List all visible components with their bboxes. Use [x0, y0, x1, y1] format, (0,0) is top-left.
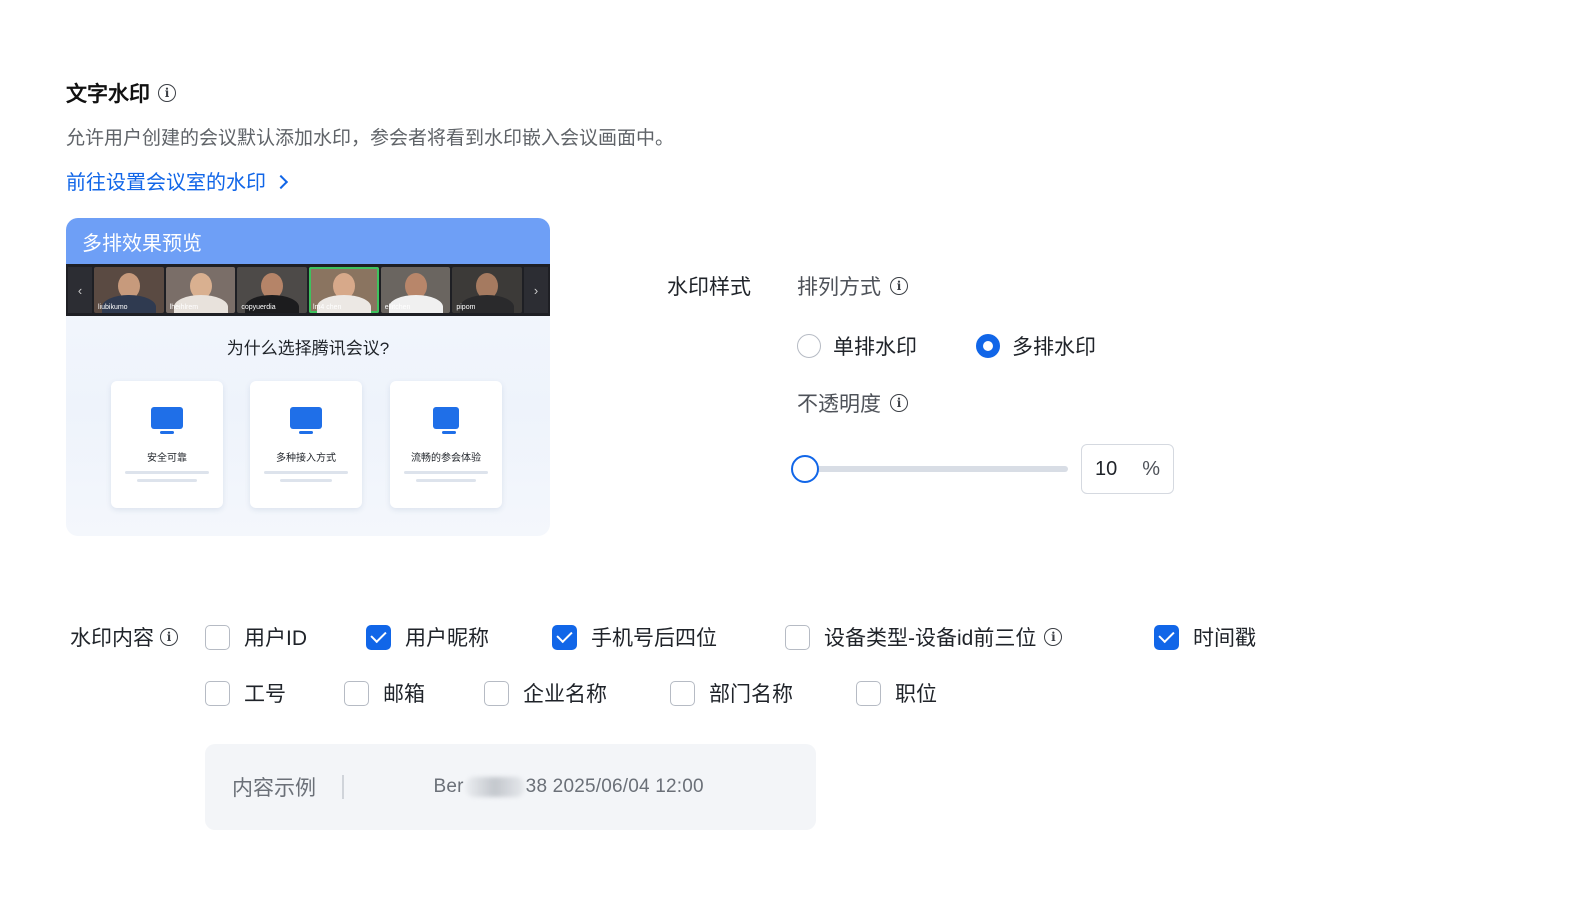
radio-multi-row[interactable]: 多排水印 — [976, 331, 1096, 361]
feature-text-line — [416, 479, 476, 482]
content-example-box: 内容示例 Ber 38 2025/06/04 12:00 — [205, 744, 816, 830]
feature-text-line — [404, 471, 488, 474]
opacity-value[interactable]: 10 — [1095, 458, 1117, 481]
radio-button[interactable] — [976, 334, 1000, 358]
feature-text-line — [280, 479, 332, 482]
checkbox-email[interactable]: 邮箱 — [344, 678, 425, 708]
example-value: Ber 38 2025/06/04 12:00 — [434, 776, 704, 798]
checkbox-department-name[interactable]: 部门名称 — [670, 678, 793, 708]
section-title: 文字水印 i — [66, 78, 176, 108]
feature-text-line — [137, 479, 197, 482]
feature-text-line — [125, 471, 209, 474]
participant-tile: lheihlrem — [165, 267, 236, 313]
feature-card: 流畅的参会体验 — [390, 381, 502, 508]
checkbox-label[interactable]: 企业名称 — [523, 678, 607, 708]
participant-name: copyuerdia — [241, 304, 276, 311]
checkbox-label[interactable]: 职位 — [895, 678, 937, 708]
checkbox[interactable] — [670, 680, 695, 706]
checkbox-nickname[interactable]: 用户昵称 — [366, 622, 489, 652]
participant-tile: pipom — [452, 267, 523, 313]
feature-title: 安全可靠 — [147, 453, 187, 464]
shield-screen-icon — [151, 407, 183, 434]
content-label-text: 水印内容 — [70, 627, 154, 650]
info-icon[interactable]: i — [890, 277, 908, 295]
radio-button[interactable] — [797, 334, 821, 358]
participant-tile: ellitchen — [380, 267, 451, 313]
checkbox-label[interactable]: 用户ID — [244, 622, 307, 652]
preview-header: 多排效果预览 — [66, 218, 550, 264]
info-icon[interactable]: i — [1044, 628, 1063, 646]
chevron-left-icon: ‹ — [68, 267, 92, 313]
checkbox-label[interactable]: 用户昵称 — [405, 622, 489, 652]
chevron-right-icon — [273, 174, 289, 189]
checkbox[interactable] — [856, 680, 881, 706]
watermark-preview-card: 多排效果预览 ‹ liubikumo lheihlrem copyuerdia … — [66, 218, 550, 536]
feature-card: 安全可靠 — [111, 381, 223, 508]
radio-label[interactable]: 多排水印 — [1012, 331, 1096, 361]
checkbox[interactable] — [366, 624, 391, 650]
checkbox-position[interactable]: 职位 — [856, 678, 937, 708]
example-suffix: 38 2025/06/04 12:00 — [525, 776, 704, 797]
watermark-content-label: 水印内容 i — [70, 622, 178, 652]
opacity-slider-track[interactable] — [806, 466, 1068, 472]
participant-name: lm4 chen — [313, 304, 342, 311]
checkbox-label[interactable]: 邮箱 — [383, 678, 425, 708]
info-icon[interactable]: i — [160, 628, 178, 646]
checkbox-phone-last4[interactable]: 手机号后四位 — [552, 622, 717, 652]
example-label: 内容示例 — [232, 777, 316, 800]
participant-name: ellitchen — [384, 304, 411, 311]
checkbox[interactable] — [1154, 624, 1179, 650]
link-label[interactable]: 前往设置会议室的水印 — [66, 166, 266, 195]
checkbox[interactable] — [552, 624, 577, 650]
feature-title: 多种接入方式 — [276, 453, 336, 464]
room-watermark-settings-link[interactable]: 前往设置会议室的水印 — [66, 166, 289, 195]
divider — [342, 775, 344, 799]
arrange-label: 排列方式 i — [797, 271, 908, 301]
preview-question: 为什么选择腾讯会议? — [226, 339, 390, 358]
info-icon[interactable]: i — [890, 394, 908, 412]
participant-name: liubikumo — [98, 304, 128, 311]
section-description: 允许用户创建的会议默认添加水印，参会者将看到水印嵌入会议画面中。 — [66, 128, 675, 149]
checkbox-timestamp[interactable]: 时间戳 — [1154, 622, 1256, 652]
participant-name: lheihlrem — [169, 304, 199, 311]
watermark-style-label: 水印样式 — [667, 276, 751, 299]
checkbox-device-type[interactable]: 设备类型-设备id前三位 i — [785, 622, 1063, 652]
radio-single-row[interactable]: 单排水印 — [797, 331, 917, 361]
checkbox-label[interactable]: 手机号后四位 — [591, 622, 717, 652]
opacity-slider-handle[interactable] — [791, 455, 819, 483]
opacity-label-text: 不透明度 — [797, 393, 881, 416]
checkbox[interactable] — [205, 680, 230, 706]
devices-icon — [290, 407, 322, 434]
participant-tile: copyuerdia — [237, 267, 308, 313]
arrange-label-text: 排列方式 — [797, 276, 881, 299]
checkbox[interactable] — [344, 680, 369, 706]
example-prefix: Ber — [433, 776, 464, 797]
checkbox[interactable] — [205, 624, 230, 650]
radio-label[interactable]: 单排水印 — [833, 331, 917, 361]
checkbox-label[interactable]: 设备类型-设备id前三位 — [824, 622, 1036, 652]
opacity-unit: % — [1142, 457, 1160, 480]
participant-tile: liubikumo — [94, 267, 164, 313]
checkbox-company-name[interactable]: 企业名称 — [484, 678, 607, 708]
redacted-blur — [465, 776, 524, 797]
opacity-input[interactable]: 10 % — [1081, 444, 1174, 494]
feature-title: 流畅的参会体验 — [411, 453, 481, 464]
checkbox-label[interactable]: 部门名称 — [709, 678, 793, 708]
video-strip: ‹ liubikumo lheihlrem copyuerdia lm4 che… — [66, 264, 550, 316]
feature-text-line — [264, 471, 348, 474]
participant-tile: lm4 chen — [309, 267, 379, 313]
user-screen-icon — [433, 407, 459, 434]
checkbox-label[interactable]: 时间戳 — [1193, 622, 1256, 652]
checkbox-employee-id[interactable]: 工号 — [205, 678, 286, 708]
section-title-text: 文字水印 — [66, 83, 150, 106]
chevron-right-icon: › — [524, 267, 549, 313]
info-icon[interactable]: i — [158, 84, 176, 102]
feature-card: 多种接入方式 — [250, 381, 362, 508]
checkbox[interactable] — [484, 680, 509, 706]
checkbox[interactable] — [785, 624, 810, 650]
participant-name: pipom — [456, 304, 476, 311]
checkbox-user-id[interactable]: 用户ID — [205, 622, 307, 652]
checkbox-label[interactable]: 工号 — [244, 678, 286, 708]
opacity-label: 不透明度 i — [797, 388, 908, 418]
